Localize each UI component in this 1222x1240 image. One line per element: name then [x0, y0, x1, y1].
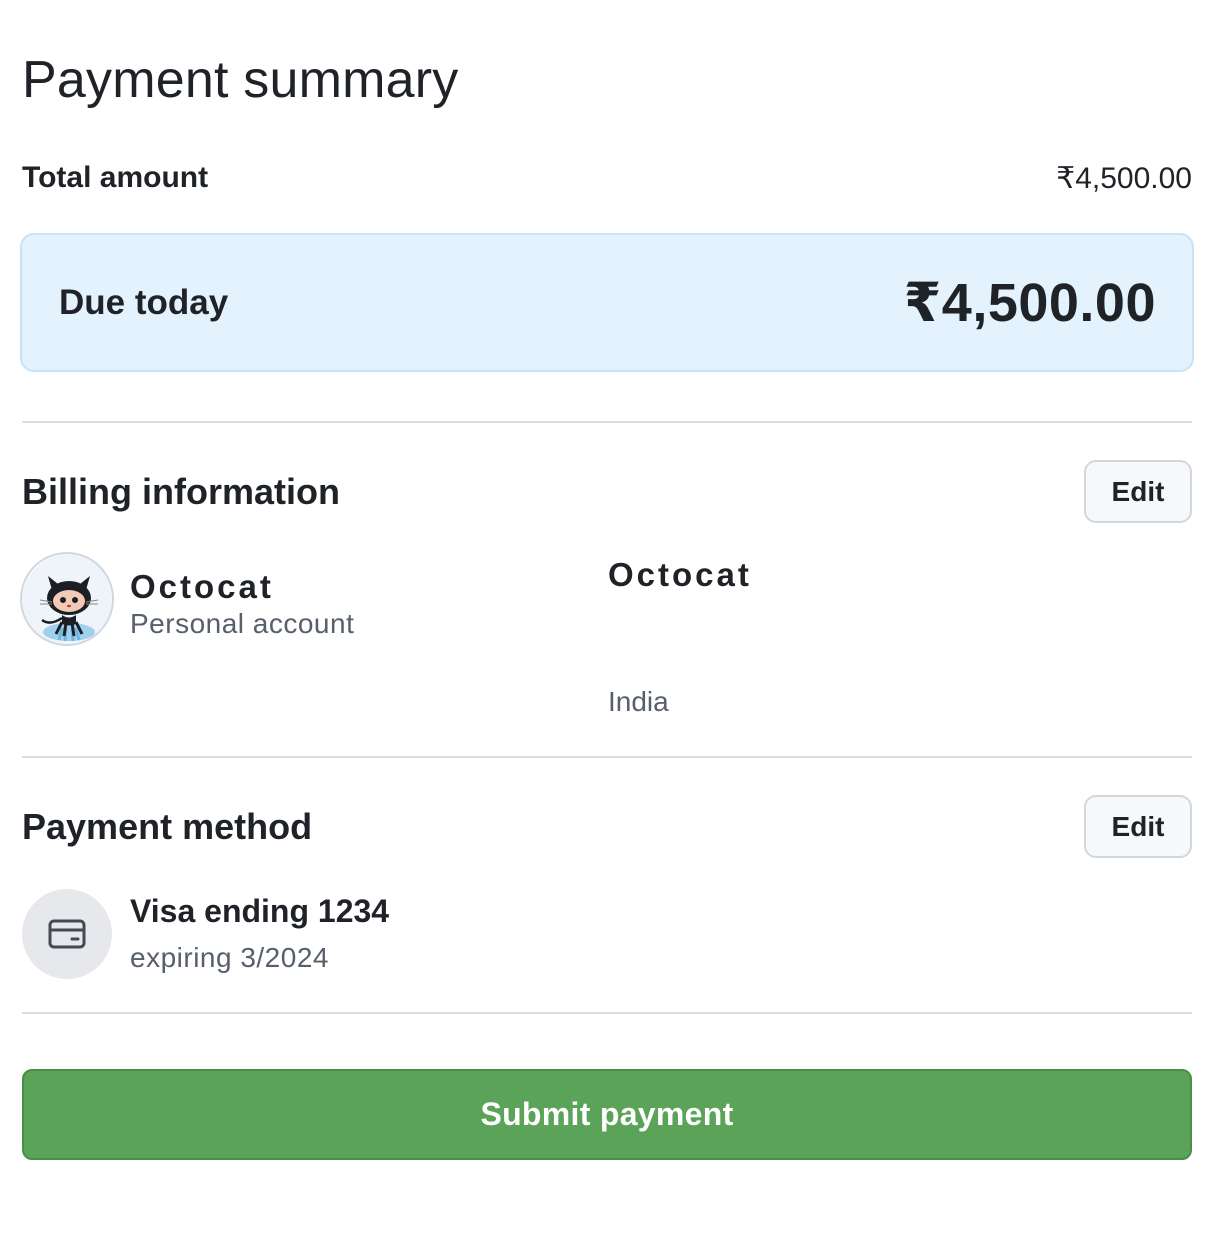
billing-country: India: [608, 686, 669, 717]
octocat-avatar: [20, 552, 114, 646]
edit-billing-button[interactable]: Edit: [1084, 460, 1192, 523]
due-today-value: ₹4,500.00: [903, 273, 1156, 333]
card-description: Visa ending 1234: [130, 893, 389, 930]
submit-payment-button[interactable]: Submit payment: [22, 1069, 1192, 1160]
card-brand-text: Visa ending: [130, 893, 318, 929]
page-title: Payment summary: [22, 51, 459, 109]
credit-card-icon: [48, 919, 86, 949]
card-icon-badge: [22, 889, 112, 979]
account-type: Personal account: [130, 608, 355, 639]
card-expiry: expiring 3/2024: [130, 942, 329, 973]
divider: [22, 1012, 1192, 1014]
total-amount-label: Total amount: [22, 161, 209, 194]
billing-name: Octocat: [608, 556, 752, 593]
total-amount-value: ₹4,500.00: [1056, 161, 1192, 195]
divider: [22, 421, 1192, 423]
divider: [22, 756, 1192, 758]
account-name: Octocat: [130, 568, 274, 605]
billing-information-title: Billing information: [22, 471, 340, 512]
payment-method-title: Payment method: [22, 806, 313, 847]
edit-payment-method-button[interactable]: Edit: [1084, 795, 1192, 858]
octocat-icon: [22, 554, 112, 644]
card-last4: 1234: [317, 893, 390, 929]
due-today-box: Due today ₹4,500.00: [20, 233, 1194, 372]
total-amount-row: Total amount ₹4,500.00: [22, 158, 1192, 198]
due-today-label: Due today: [59, 282, 229, 322]
